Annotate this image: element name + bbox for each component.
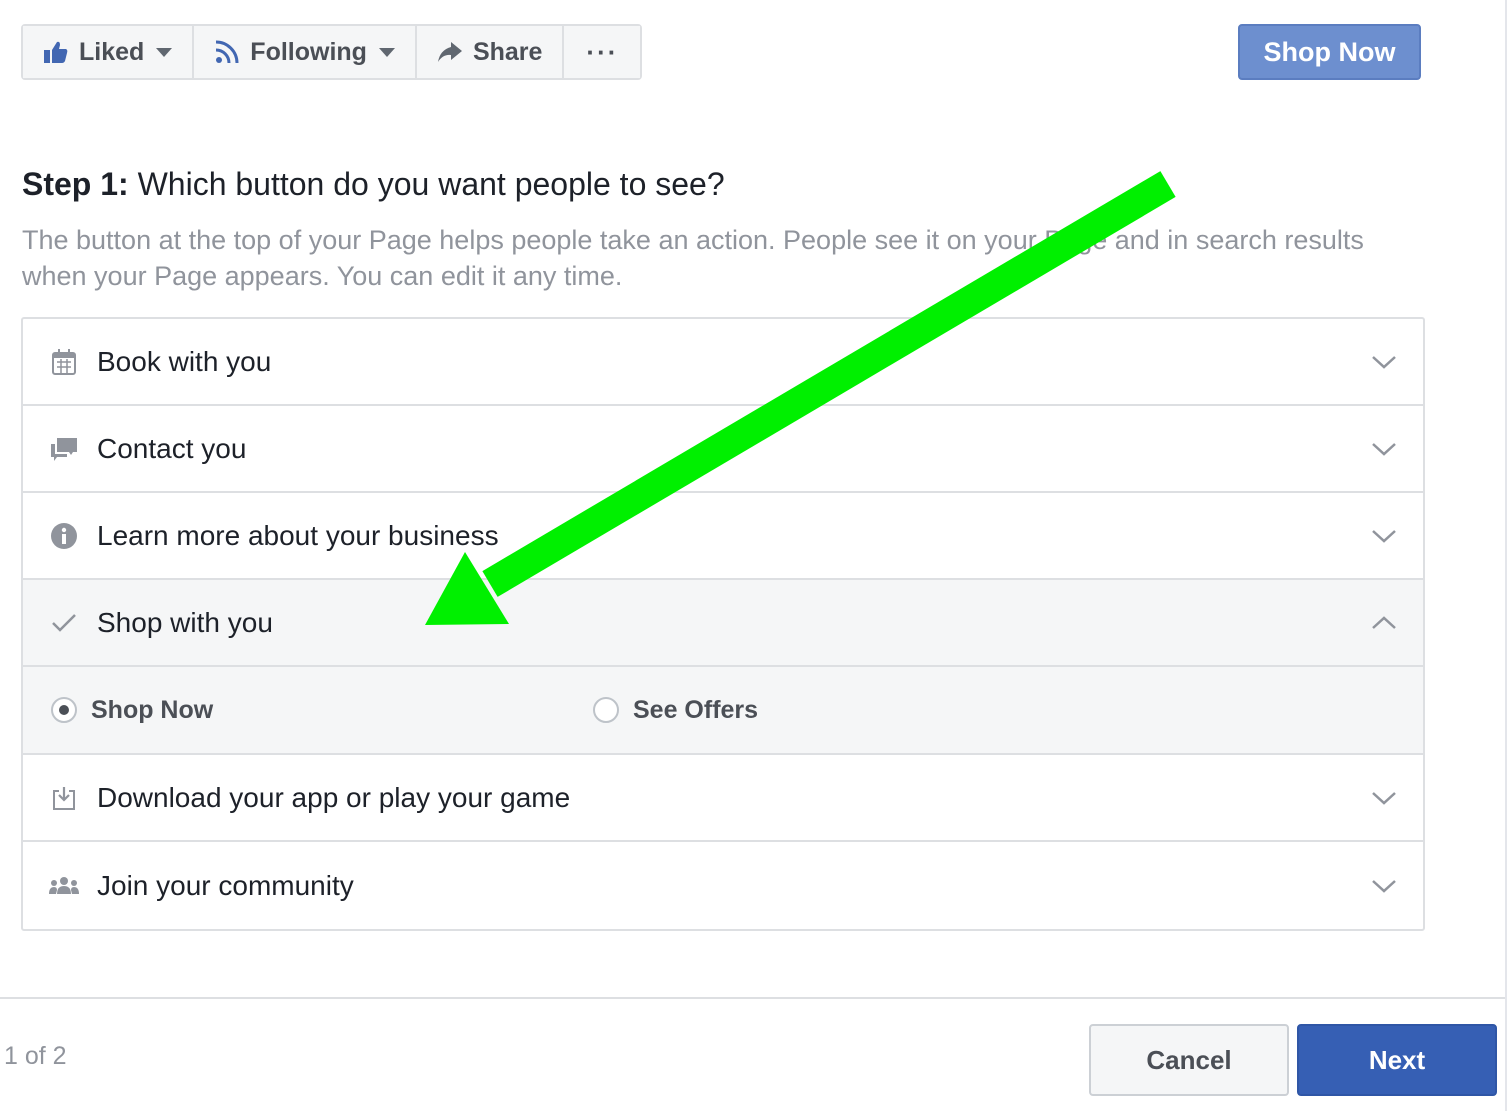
cancel-button[interactable]: Cancel [1089, 1024, 1289, 1096]
step-prefix: Step 1: [22, 166, 129, 202]
option-label: Contact you [97, 432, 247, 464]
chevron-down-icon [1372, 529, 1396, 543]
option-label: Learn more about your business [97, 519, 499, 551]
rss-icon [216, 40, 239, 64]
option-label: Join your community [97, 869, 354, 901]
following-button[interactable]: Following [194, 26, 417, 78]
chevron-down-icon [1372, 791, 1396, 805]
radio-label: See Offers [633, 695, 759, 724]
liked-label: Liked [79, 37, 145, 66]
button-options-list: Book with you Contact you Learn more abo… [21, 317, 1425, 931]
option-label: Shop with you [97, 606, 273, 638]
share-arrow-icon [437, 42, 462, 62]
step-pager: 1 of 2 [4, 1042, 67, 1070]
step-question: Which button do you want people to see? [137, 166, 725, 202]
shop-suboptions: Shop Now See Offers [23, 667, 1423, 755]
page-cta-preview-button[interactable]: Shop Now [1238, 24, 1421, 80]
checkmark-icon [52, 613, 76, 632]
info-icon [51, 522, 77, 549]
footer-divider [0, 997, 1507, 999]
chevron-down-icon [1372, 879, 1396, 893]
radio-shop-now[interactable]: Shop Now [51, 696, 213, 725]
option-book-with-you[interactable]: Book with you [23, 319, 1423, 406]
chevron-down-icon [156, 47, 173, 57]
chevron-down-icon [1372, 355, 1396, 369]
thumbs-up-icon [44, 41, 68, 63]
chevron-down-icon [1372, 442, 1396, 456]
chat-bubbles-icon [51, 437, 77, 461]
option-shop-with-you[interactable]: Shop with you [23, 580, 1423, 667]
radio-circle[interactable] [51, 697, 77, 723]
chevron-down-icon [378, 47, 395, 57]
radio-label: Shop Now [91, 695, 214, 724]
option-label: Download your app or play your game [97, 781, 571, 813]
radio-circle[interactable] [593, 697, 619, 723]
liked-button[interactable]: Liked [23, 26, 195, 78]
calendar-icon [52, 348, 76, 375]
radio-see-offers[interactable]: See Offers [593, 696, 758, 725]
option-learn-more[interactable]: Learn more about your business [23, 493, 1423, 580]
more-options-button[interactable]: ··· [564, 26, 641, 78]
more-label: ··· [586, 36, 619, 67]
share-label: Share [472, 37, 543, 66]
chevron-up-icon [1372, 615, 1396, 629]
next-button[interactable]: Next [1297, 1024, 1497, 1096]
people-icon [49, 876, 79, 894]
option-label: Book with you [97, 345, 272, 377]
following-label: Following [250, 37, 367, 66]
download-icon [53, 786, 75, 810]
page-action-bar: Liked Following Share ··· [21, 24, 643, 80]
option-join-community[interactable]: Join your community [23, 842, 1423, 929]
step-description: The button at the top of your Page helps… [22, 225, 1364, 291]
share-button[interactable]: Share [416, 26, 565, 78]
option-download-app[interactable]: Download your app or play your game [23, 755, 1423, 842]
radio-selected-dot [59, 705, 69, 715]
option-contact-you[interactable]: Contact you [23, 406, 1423, 493]
step-heading: Step 1: Which button do you want people … [22, 166, 725, 203]
